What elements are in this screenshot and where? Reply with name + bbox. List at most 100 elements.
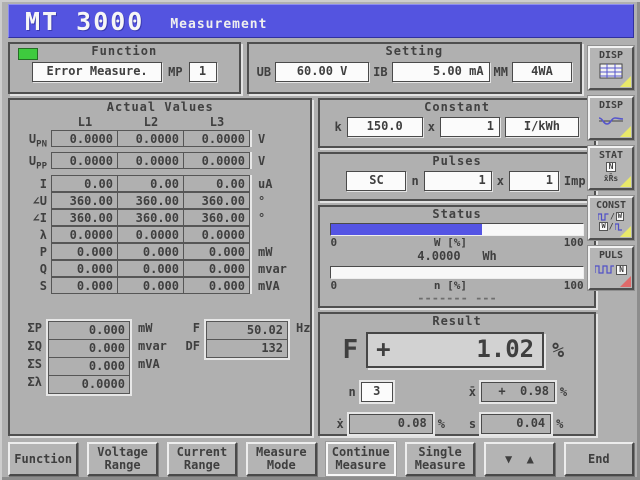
k-value-field[interactable]: 150.0 <box>346 117 423 137</box>
corner-marker <box>620 126 631 137</box>
multiplier-field[interactable]: 1 <box>439 117 500 137</box>
xdot-unit: % <box>437 417 445 432</box>
freq-value: 50.02 <box>206 320 288 340</box>
ub-label: UB <box>256 65 272 79</box>
mean-label: x̄ <box>468 385 476 400</box>
count-value-field[interactable]: 3 <box>360 382 393 403</box>
phase-header-row: L1 L2 L3 <box>14 114 310 131</box>
value-cell: 0.0000 <box>183 225 250 243</box>
sum-unit: mW <box>138 320 153 335</box>
corner-marker <box>620 276 631 287</box>
freq-label: F <box>192 320 200 335</box>
sum-value: 0.0000 <box>48 375 130 394</box>
row-unit: mVA <box>258 278 280 293</box>
mean-value-field: + 0.98 <box>480 382 555 403</box>
stat-symbols: x̄R̄s <box>603 174 619 183</box>
sum-value: 0.000 <box>48 339 130 358</box>
ib-value-field[interactable]: 5.00 mA <box>391 62 490 82</box>
value-cell: 0.0000 <box>51 225 118 243</box>
status-group-title: Status <box>432 207 482 222</box>
pulse-imp-field[interactable]: 1 <box>508 170 559 191</box>
ib-label: IB <box>373 65 388 79</box>
pulse-train-icon <box>595 265 615 274</box>
value-cell: 360.00 <box>183 208 250 226</box>
value-cell: 0.000 <box>51 242 118 260</box>
softkey-arrows[interactable]: ▼ ▲ <box>484 442 555 476</box>
row-unit: mvar <box>258 261 287 276</box>
stat-n-badge: N <box>605 162 617 172</box>
mp-value-field[interactable]: 1 <box>188 62 217 82</box>
right-column: Constant k 150.0 x 1 I/kWh Pulses SC n 1… <box>318 98 596 437</box>
xdot-label: ẋ <box>336 417 344 432</box>
softkey-voltage-range[interactable]: Voltage Range <box>87 442 158 476</box>
sum-label: Σλ <box>27 374 42 389</box>
mp-label: MP <box>168 65 183 79</box>
table-row: I 0.00 0.00 0.00 uA <box>14 174 310 193</box>
screen-name: Measurement <box>170 17 268 32</box>
pulse-icon <box>597 212 609 221</box>
sum-units: mW mvar mVA <box>132 319 178 396</box>
sum-values-block: ΣP ΣQ ΣS Σλ 0.000 0.000 0.000 0.0000 mW … <box>16 318 310 396</box>
constant-unit-field[interactable]: I/kWh <box>504 117 579 137</box>
status-group: Status 0 W [%] 100 4.0000 Wh 0 n [%] 100… <box>318 205 596 309</box>
status-led-icon <box>18 48 38 60</box>
watt-box: W <box>599 222 608 231</box>
value-cell: 0.000 <box>183 276 250 294</box>
corner-marker <box>620 76 631 87</box>
freq-labels: F DF <box>178 319 204 396</box>
value-cell: 0.0000 <box>117 225 184 243</box>
value-cell: 0.000 <box>183 259 250 277</box>
mm-value-field[interactable]: 4WA <box>512 62 572 82</box>
k-label: k <box>334 120 342 134</box>
table-row: UPN 0.0000 0.0000 0.0000 V <box>14 130 310 153</box>
pulse-mode-field[interactable]: SC <box>346 170 407 191</box>
sum-label: ΣQ <box>27 338 42 353</box>
result-group-title: Result <box>432 314 482 329</box>
softkey-end[interactable]: End <box>563 442 634 476</box>
sum-label: ΣP <box>27 320 42 335</box>
imp-label: Imp <box>563 173 586 188</box>
scale-max: 100 <box>563 236 584 250</box>
scale-min: 0 <box>330 236 338 250</box>
disp-curve-button[interactable]: DISP <box>588 96 634 140</box>
s-unit: % <box>556 417 564 432</box>
title-bar: MT 3000 Measurement <box>8 4 634 38</box>
stat-button[interactable]: STAT N x̄R̄s <box>588 146 634 190</box>
value-cell: 0.00 <box>183 174 250 192</box>
table-row: Q 0.000 0.000 0.000 mvar <box>14 259 310 278</box>
df-value: 132 <box>206 339 288 358</box>
sum-unit <box>132 373 178 391</box>
scale-label: W [%] <box>433 236 467 250</box>
value-cell: 0.0000 <box>117 152 184 170</box>
value-cell: 0.0000 <box>51 152 118 170</box>
function-value-field[interactable]: Error Measure. <box>32 62 163 82</box>
puls-button[interactable]: PULS N <box>588 246 634 290</box>
value-cell: 0.000 <box>51 276 118 294</box>
softkey-measure-mode[interactable]: Measure Mode <box>246 442 317 476</box>
table-row: S 0.000 0.000 0.000 mVA <box>14 276 310 295</box>
ub-value-field[interactable]: 60.00 V <box>275 62 370 82</box>
sum-value: 0.000 <box>48 357 130 376</box>
scale-max: 100 <box>563 279 584 293</box>
freq-units: Hz <box>290 319 310 396</box>
softkey-current-range[interactable]: Current Range <box>166 442 238 476</box>
pulse-n-field[interactable]: 1 <box>423 170 492 191</box>
row-unit: uA <box>258 176 273 191</box>
softkey-continue-measure[interactable]: Continue Measure <box>325 442 396 476</box>
setting-group: Setting UB 60.00 V IB 5.00 mA MM 4WA <box>246 42 582 94</box>
value-cell: 0.00 <box>51 174 118 192</box>
softkey-single-measure[interactable]: Single Measure <box>404 442 476 476</box>
value-cell: 0.00 <box>117 174 184 192</box>
scale-min: 0 <box>330 279 338 293</box>
value-cell: 0.000 <box>117 242 184 260</box>
mt3000-screen: MT 3000 Measurement Function Error Measu… <box>0 0 640 480</box>
col-header-l2: L2 <box>143 115 159 129</box>
table-row: ∠U 360.00 360.00 360.00 ° <box>14 191 310 210</box>
error-unit: % <box>552 338 565 363</box>
value-cell: 360.00 <box>51 208 118 226</box>
softkey-function[interactable]: Function <box>8 442 79 476</box>
const-button[interactable]: CONST / W W / <box>588 196 634 240</box>
down-up-arrows-icon: ▼ ▲ <box>504 451 534 466</box>
disp-table-button[interactable]: DISP <box>588 46 634 90</box>
value-cell: 0.000 <box>117 276 184 294</box>
